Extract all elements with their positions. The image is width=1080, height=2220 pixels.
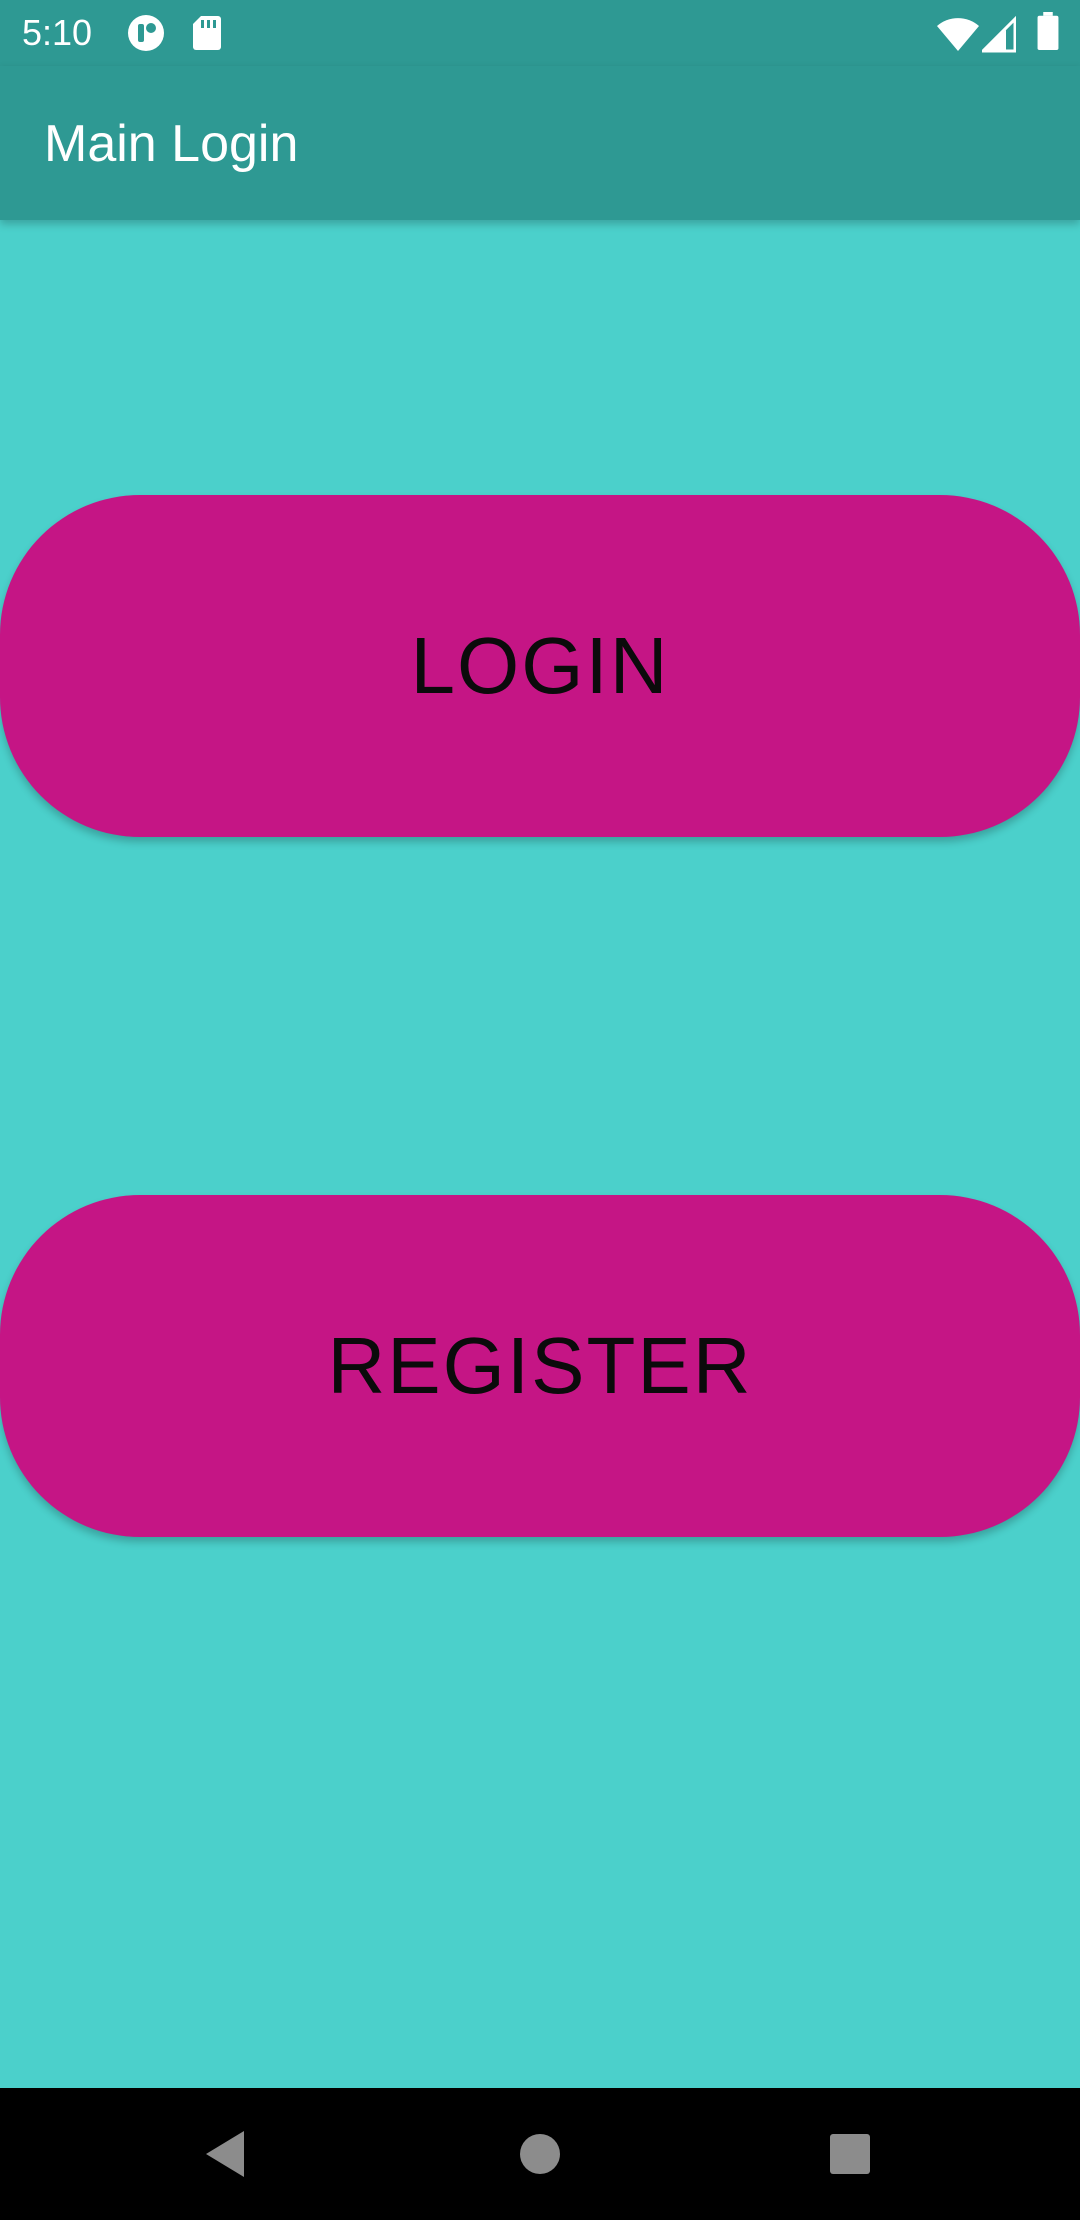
app-title: Main Login (44, 115, 299, 173)
register-button-label: REGISTER (327, 1321, 753, 1410)
cell-signal-icon (982, 16, 1016, 53)
wifi-icon (937, 18, 979, 51)
navigation-bar (0, 2088, 1080, 2220)
status-time: 5:10 (22, 12, 93, 53)
back-icon (206, 2131, 244, 2177)
recents-button[interactable] (814, 2118, 886, 2190)
home-button[interactable] (504, 2118, 576, 2190)
status-bar: 5:10 (0, 0, 1080, 66)
login-button[interactable]: LOGIN (0, 495, 1080, 837)
back-button[interactable] (190, 2118, 262, 2190)
notification-app-icon (128, 15, 164, 51)
register-button[interactable]: REGISTER (0, 1195, 1080, 1537)
app-bar: Main Login (0, 66, 1080, 220)
home-icon (520, 2134, 560, 2174)
sd-card-icon (193, 16, 221, 50)
recents-icon (830, 2134, 870, 2174)
battery-icon (1037, 12, 1059, 50)
login-button-label: LOGIN (410, 621, 670, 710)
screen: 5:10 Main Login LOGIN REGISTER (0, 0, 1080, 2220)
